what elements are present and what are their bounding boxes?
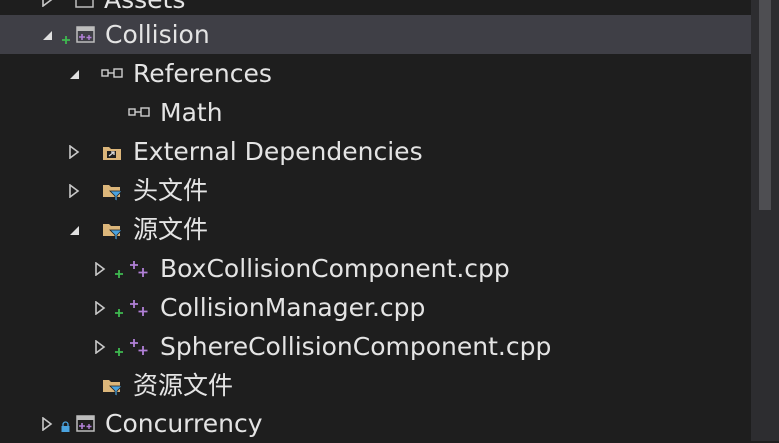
tree-item-header-files[interactable]: 头文件	[0, 171, 751, 210]
tree-item-collision[interactable]: Collision	[0, 15, 751, 54]
tree-item-collision-manager-cpp[interactable]: CollisionManager.cpp	[0, 288, 751, 327]
pending-add-icon	[114, 264, 124, 278]
cpp-file-icon	[128, 297, 150, 319]
reference-icon	[128, 102, 150, 124]
tree-item-label: SphereCollisionComponent.cpp	[160, 332, 552, 361]
tree-item-label: Math	[160, 98, 223, 127]
cpp-file-icon	[128, 336, 150, 358]
filter-folder-icon	[101, 219, 123, 241]
tree-item-box-collision-component-cpp[interactable]: BoxCollisionComponent.cpp	[0, 249, 751, 288]
scrollbar-thumb[interactable]	[759, 0, 771, 210]
tree-item-label: BoxCollisionComponent.cpp	[160, 254, 510, 283]
tree-item-resource-files[interactable]: 资源文件	[0, 366, 751, 405]
tree-item-label: External Dependencies	[133, 137, 423, 166]
expand-arrow-icon[interactable]	[40, 0, 54, 7]
expand-arrow-icon[interactable]	[93, 301, 107, 315]
cpp-file-icon	[128, 258, 150, 280]
project-icon	[74, 0, 96, 11]
references-icon	[101, 63, 123, 85]
tree-item-label: Collision	[105, 20, 210, 49]
tree-item-sphere-collision-component-cpp[interactable]: SphereCollisionComponent.cpp	[0, 327, 751, 366]
filter-folder-icon	[101, 375, 123, 397]
tree-item-label: CollisionManager.cpp	[160, 293, 426, 322]
tree-item-label: 源文件	[133, 215, 209, 244]
project-icon	[75, 24, 97, 46]
tree-item-source-files[interactable]: 源文件	[0, 210, 751, 249]
solution-explorer-tree: Assets Collision References Math	[0, 0, 751, 441]
pending-add-icon	[114, 303, 124, 317]
expand-arrow-icon[interactable]	[67, 145, 81, 159]
tree-item-label: Concurrency	[105, 409, 263, 438]
tree-item-label: 资源文件	[133, 371, 234, 400]
expand-arrow-icon[interactable]	[40, 417, 54, 431]
pending-add-icon	[61, 30, 71, 44]
expand-arrow-icon[interactable]	[67, 184, 81, 198]
tree-item-references[interactable]: References	[0, 54, 751, 93]
collapse-arrow-icon[interactable]	[40, 28, 54, 42]
tree-item-concurrency[interactable]: Concurrency	[0, 404, 751, 443]
project-icon	[75, 413, 97, 435]
lock-icon	[60, 418, 71, 432]
tree-item-label: References	[133, 59, 272, 88]
collapse-arrow-icon[interactable]	[67, 223, 81, 237]
expand-arrow-icon[interactable]	[93, 340, 107, 354]
tree-item-label: 头文件	[133, 176, 209, 205]
filter-folder-icon	[101, 180, 123, 202]
tree-item-external-dependencies[interactable]: External Dependencies	[0, 132, 751, 171]
tree-item-math[interactable]: Math	[0, 93, 751, 132]
external-dependencies-icon	[101, 141, 123, 163]
vertical-scrollbar[interactable]	[751, 0, 779, 441]
expand-arrow-icon[interactable]	[93, 262, 107, 276]
pending-add-icon	[114, 342, 124, 356]
collapse-arrow-icon[interactable]	[67, 67, 81, 81]
